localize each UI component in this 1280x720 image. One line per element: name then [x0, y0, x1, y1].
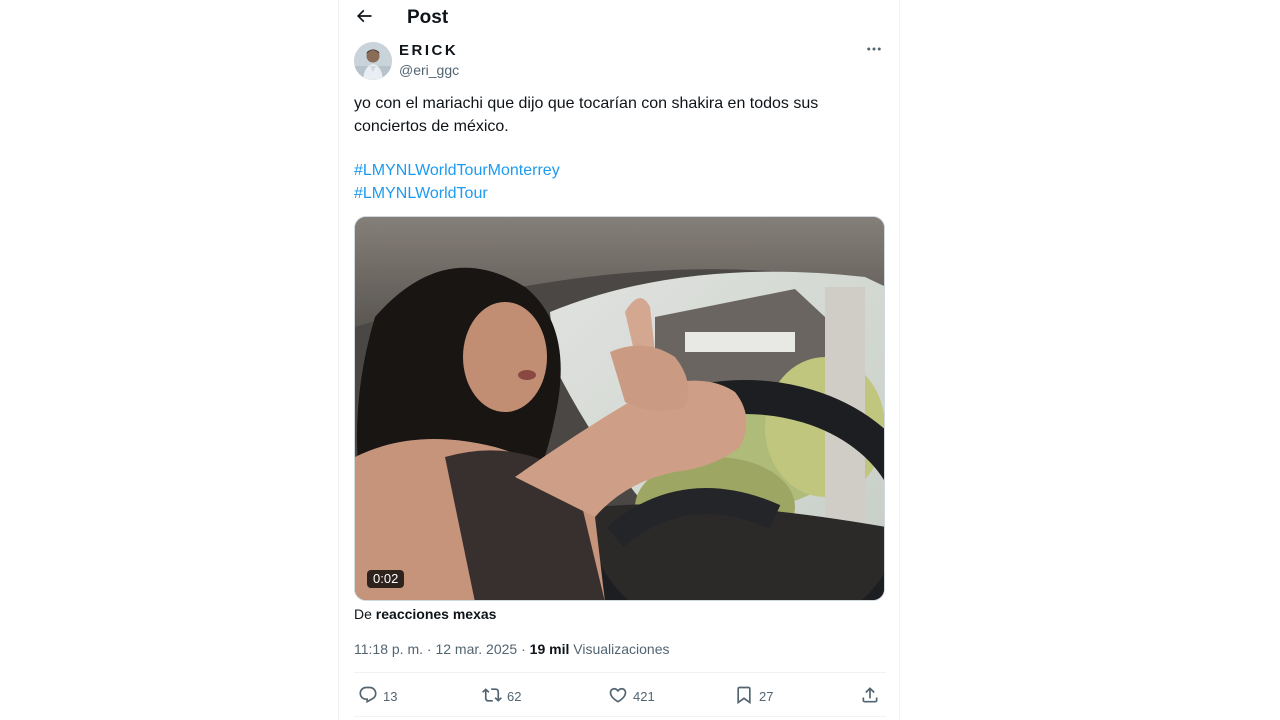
bookmark-button[interactable]: 27 [734, 684, 773, 708]
video-duration-badge: 0:02 [367, 570, 405, 588]
heart-icon [608, 685, 628, 708]
repost-button[interactable]: 62 [482, 684, 521, 708]
post-date[interactable]: 12 mar. 2025 [435, 641, 517, 657]
avatar[interactable] [354, 42, 392, 80]
video-frame [355, 217, 884, 600]
repost-icon [482, 685, 502, 708]
hashtag-link[interactable]: #LMYNLWorldTourMonterrey [354, 159, 874, 182]
reply-icon [358, 685, 378, 708]
views-count: 19 mil [529, 641, 570, 657]
reply-count: 13 [383, 688, 398, 704]
reply-button[interactable]: 13 [358, 684, 397, 708]
tweet-text: yo con el mariachi que dijo que tocarían… [354, 92, 874, 205]
views-label: Visualizaciones [569, 641, 670, 657]
tweet-text-line: yo con el mariachi que dijo que tocarían… [354, 95, 819, 112]
more-button[interactable] [862, 42, 886, 60]
post-time[interactable]: 11:18 p. m. [354, 641, 423, 657]
bookmark-icon [734, 685, 754, 708]
video-player[interactable]: 0:02 [354, 216, 885, 601]
page-title: Post [407, 7, 449, 28]
meta-separator: · [423, 641, 436, 657]
post-column: Post ERICK @eri_ggc yo con el mariachi q… [338, 0, 900, 720]
divider [354, 672, 886, 673]
author-row: ERICK @eri_ggc [354, 42, 886, 82]
user-handle[interactable]: @eri_ggc [399, 62, 459, 79]
source-name-link[interactable]: reacciones mexas [376, 606, 497, 622]
bookmark-count: 27 [759, 688, 774, 704]
source-prefix: De [354, 606, 376, 622]
tweet-text-line: conciertos de méxico. [354, 118, 509, 135]
arrow-left-icon [354, 6, 374, 31]
share-button[interactable] [860, 684, 880, 708]
source-attribution: De reacciones mexas [354, 605, 496, 623]
action-bar: 13 62 421 27 [354, 684, 886, 708]
like-count: 421 [633, 688, 655, 704]
post-meta: 11:18 p. m. · 12 mar. 2025 · 19 mil Visu… [354, 640, 670, 658]
display-name[interactable]: ERICK [399, 42, 458, 60]
share-icon [860, 685, 880, 708]
hashtag-link[interactable]: #LMYNLWorldTour [354, 182, 874, 205]
back-button[interactable] [353, 6, 375, 30]
more-horizontal-icon [865, 40, 883, 63]
repost-count: 62 [507, 688, 522, 704]
meta-separator: · [517, 641, 530, 657]
divider [354, 716, 886, 717]
like-button[interactable]: 421 [608, 684, 655, 708]
header: Post [339, 0, 899, 38]
